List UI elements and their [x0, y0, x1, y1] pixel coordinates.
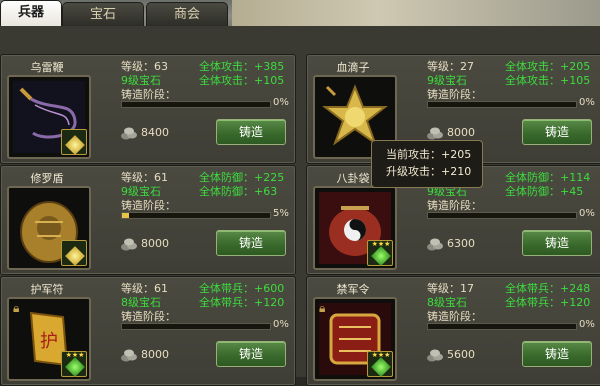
stat-bonus: 全体带兵：+120: [505, 294, 590, 310]
weapon-portrait[interactable]: ★★★: [313, 186, 397, 270]
gem-icon: [65, 246, 85, 266]
forge-stage-label: 铸造阶段：: [427, 310, 482, 323]
gem-slot[interactable]: ★★★: [367, 240, 393, 266]
stat-bonus-label: 全体攻击：: [505, 74, 560, 87]
stat-bonus-label: 全体带兵：: [505, 296, 560, 309]
gem-slot[interactable]: ★★★: [367, 351, 393, 377]
forge-progress-percent: 5%: [273, 208, 289, 219]
tab-guild[interactable]: 商会: [146, 2, 228, 26]
tooltip-current-attack: 当前攻击：+205: [386, 148, 472, 161]
gem-slot[interactable]: [61, 240, 87, 266]
forge-button[interactable]: 铸造: [216, 230, 286, 256]
forge-progress-bar: [121, 101, 271, 108]
stat-bonus-value: +120: [560, 296, 591, 309]
gem-icon: [371, 246, 391, 266]
stat-bonus-value: +120: [254, 296, 285, 309]
stat-bonus-label: 全体带兵：: [199, 296, 254, 309]
forge-progress-percent: 0%: [273, 319, 289, 330]
stat-bonus-value: +105: [254, 74, 285, 87]
stat-bonus-label: 全体防御：: [505, 185, 560, 198]
tab-gems[interactable]: 宝石: [62, 2, 144, 26]
forge-cost: 8000: [141, 237, 169, 250]
weapon-portrait[interactable]: [7, 75, 91, 159]
forge-cost: 8400: [141, 126, 169, 139]
silver-icon: [121, 236, 137, 251]
weapon-name: 修罗盾: [30, 172, 64, 185]
silver-icon: [427, 347, 443, 362]
forge-cost: 5600: [447, 348, 475, 361]
silver-icon: [427, 125, 443, 140]
gem-icon: [371, 357, 391, 377]
forge-cost: 8000: [447, 126, 475, 139]
stat-bonus: 全体带兵：+120: [199, 294, 284, 310]
weapon-name: 护军符: [30, 283, 64, 296]
stat-bonus: 全体攻击：+105: [199, 72, 284, 88]
forge-cost: 6300: [447, 237, 475, 250]
forge-progress-bar: [427, 212, 577, 219]
weapon-name: 血滴子: [336, 61, 370, 74]
silver-icon: [427, 236, 443, 251]
attack-tooltip: 当前攻击：+205 升级攻击：+210: [371, 140, 483, 188]
weapon-list: 乌雷鞭 等级：63 全体攻击：+385 9级宝石 全体攻击：+105 铸造阶段：…: [0, 26, 600, 386]
forge-button[interactable]: 铸造: [522, 230, 592, 256]
world-map-strip: [232, 0, 600, 26]
stat-bonus: 全体攻击：+105: [505, 72, 590, 88]
lock-icon: 🔒︎: [13, 301, 20, 315]
gem-slot[interactable]: ★★★: [61, 351, 87, 377]
lock-icon: 🔒︎: [319, 301, 326, 315]
weapon-card: 修罗盾 等级：61 全体防御：+225 9级宝石 全体防御：+63 铸造阶段： …: [0, 165, 296, 275]
forge-stage-label: 铸造阶段：: [121, 88, 176, 101]
forge-progress-percent: 0%: [579, 208, 595, 219]
stat-bonus-label: 全体攻击：: [199, 74, 254, 87]
gem-icon: [65, 135, 85, 155]
silver-icon: [121, 347, 137, 362]
tab-weapons[interactable]: 兵器: [0, 0, 62, 26]
forge-stage-label: 铸造阶段：: [427, 199, 482, 212]
weapon-name: 乌雷鞭: [30, 61, 64, 74]
weapon-portrait[interactable]: 护 🔒︎ ★★★: [7, 297, 91, 381]
forge-progress-percent: 0%: [579, 97, 595, 108]
forge-progress-bar: [427, 101, 577, 108]
weapon-portrait[interactable]: [7, 186, 91, 270]
stat-bonus-value: +105: [560, 74, 591, 87]
stat-bonus-value: +63: [254, 185, 278, 198]
forge-progress-percent: 0%: [579, 319, 595, 330]
forge-progress-bar: [121, 212, 271, 219]
weapon-card: 护军符 护 🔒︎ ★★★ 等级：61 全体带兵：+600 8级宝石 全体带兵：+…: [0, 276, 296, 386]
forge-progress-percent: 0%: [273, 97, 289, 108]
stat-bonus-value: +45: [560, 185, 584, 198]
stat-bonus: 全体防御：+63: [199, 183, 277, 199]
weapon-portrait[interactable]: 🔒︎ ★★★: [313, 297, 397, 381]
tooltip-upgrade-attack: 升级攻击：+210: [386, 165, 472, 178]
forge-progress-bar: [427, 323, 577, 330]
forge-button[interactable]: 铸造: [522, 341, 592, 367]
weapon-card: 乌雷鞭 等级：63 全体攻击：+385 9级宝石 全体攻击：+105 铸造阶段：…: [0, 54, 296, 164]
weapon-name: 禁军令: [336, 283, 370, 296]
forge-cost: 8000: [141, 348, 169, 361]
forge-progress-fill: [122, 213, 130, 218]
forge-button[interactable]: 铸造: [522, 119, 592, 145]
silver-icon: [121, 125, 137, 140]
stat-bonus: 全体防御：+45: [505, 183, 583, 199]
forge-stage-label: 铸造阶段：: [121, 199, 176, 212]
gem-icon: [65, 357, 85, 377]
weapon-card: 禁军令 🔒︎ ★★★ 等级：17 全体带兵：+248 8级宝石 全体带兵：+12…: [306, 276, 600, 386]
forge-button[interactable]: 铸造: [216, 341, 286, 367]
gem-slot[interactable]: [61, 129, 87, 155]
forge-button[interactable]: 铸造: [216, 119, 286, 145]
top-bar: 兵器 宝石 商会: [0, 0, 600, 26]
forge-stage-label: 铸造阶段：: [427, 88, 482, 101]
stat-bonus-label: 全体防御：: [199, 185, 254, 198]
forge-progress-bar: [121, 323, 271, 330]
forge-stage-label: 铸造阶段：: [121, 310, 176, 323]
svg-text:护: 护: [40, 331, 58, 352]
